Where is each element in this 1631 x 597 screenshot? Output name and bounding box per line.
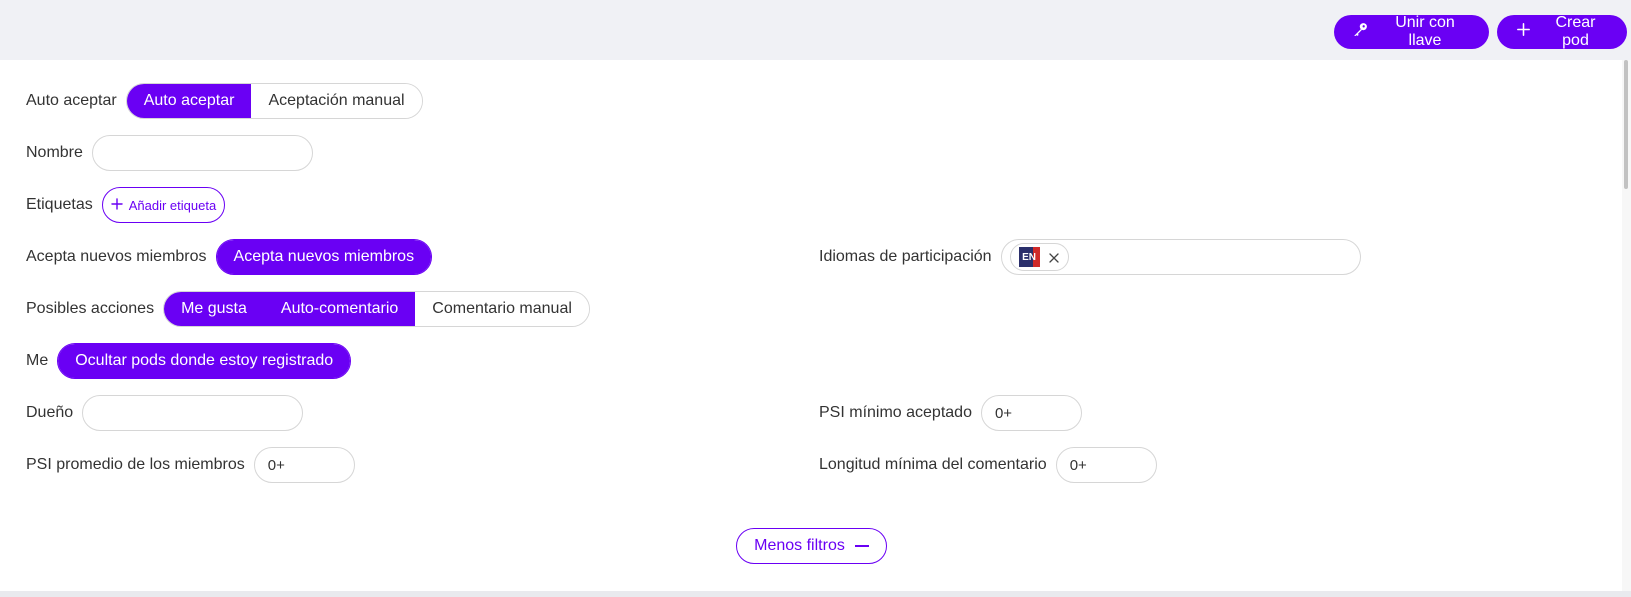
languages-row: Idiomas de participación EN xyxy=(819,239,1361,275)
auto-accept-option[interactable]: Auto aceptar xyxy=(126,84,252,118)
avg-psi-input[interactable]: 0+ xyxy=(253,447,355,483)
less-filters-button[interactable]: Menos filtros xyxy=(736,528,887,564)
avg-psi-label: PSI promedio de los miembros xyxy=(26,456,245,473)
name-row: Nombre xyxy=(26,135,313,171)
bottom-strip xyxy=(0,591,1631,597)
owner-input[interactable] xyxy=(82,395,304,431)
min-comment-length-label: Longitud mínima del comentario xyxy=(819,456,1047,473)
uk-flag-icon: EN xyxy=(1018,247,1040,267)
auto-comment-option[interactable]: Auto-comentario xyxy=(263,292,416,326)
like-option[interactable]: Me gusta xyxy=(164,292,264,326)
manual-accept-option[interactable]: Aceptación manual xyxy=(251,84,422,118)
min-psi-row: PSI mínimo aceptado 0+ xyxy=(819,395,1082,431)
avg-psi-row: PSI promedio de los miembros 0+ xyxy=(26,447,355,483)
less-filters-label: Menos filtros xyxy=(754,537,845,554)
new-members-row: Acepta nuevos miembros Acepta nuevos mie… xyxy=(26,239,433,275)
add-tag-label: Añadir etiqueta xyxy=(128,197,217,213)
language-chip-en: EN xyxy=(1009,243,1069,271)
top-bar: Unir con llave Crear pod xyxy=(0,0,1631,60)
name-input[interactable] xyxy=(91,135,313,171)
min-comment-length-row: Longitud mínima del comentario 0+ xyxy=(819,447,1157,483)
me-toggle: Ocultar pods donde estoy registrado xyxy=(57,343,352,379)
tags-row: Etiquetas Añadir etiqueta xyxy=(26,187,226,223)
new-members-toggle: Acepta nuevos miembros xyxy=(215,239,433,275)
owner-row: Dueño xyxy=(26,395,304,431)
plus-icon xyxy=(111,197,123,213)
hide-registered-pods-option[interactable]: Ocultar pods donde estoy registrado xyxy=(58,344,351,378)
actions-row: Posibles acciones Me gusta Auto-comentar… xyxy=(26,291,590,327)
new-members-label: Acepta nuevos miembros xyxy=(26,248,207,265)
vertical-scrollbar[interactable] xyxy=(1622,60,1631,591)
join-with-key-button[interactable]: Unir con llave xyxy=(1334,14,1489,49)
tags-label: Etiquetas xyxy=(26,196,93,213)
me-row: Me Ocultar pods donde estoy registrado xyxy=(26,343,352,379)
language-code: EN xyxy=(1022,251,1036,263)
actions-label: Posibles acciones xyxy=(26,300,155,317)
me-label: Me xyxy=(26,352,49,369)
auto-accept-row: Auto aceptar Auto aceptar Aceptación man… xyxy=(26,83,423,119)
join-with-key-label: Unir con llave xyxy=(1395,14,1455,49)
create-pod-button[interactable]: Crear pod xyxy=(1497,14,1627,49)
manual-comment-option[interactable]: Comentario manual xyxy=(415,292,589,326)
close-icon[interactable] xyxy=(1048,251,1060,263)
owner-label: Dueño xyxy=(26,404,74,421)
min-comment-length-input[interactable]: 0+ xyxy=(1055,447,1157,483)
minus-icon xyxy=(854,545,869,547)
scrollbar-thumb[interactable] xyxy=(1624,60,1628,189)
auto-accept-label: Auto aceptar xyxy=(26,92,117,109)
languages-select[interactable]: EN xyxy=(1000,239,1361,275)
min-psi-label: PSI mínimo aceptado xyxy=(819,404,972,421)
key-icon xyxy=(1352,21,1369,43)
name-label: Nombre xyxy=(26,144,83,161)
plus-icon xyxy=(1515,21,1532,43)
actions-toggle: Me gusta Auto-comentario Comentario manu… xyxy=(163,291,590,327)
min-psi-input[interactable]: 0+ xyxy=(980,395,1082,431)
create-pod-label: Crear pod xyxy=(1555,14,1596,49)
add-tag-button[interactable]: Añadir etiqueta xyxy=(101,187,226,223)
filters-panel: Auto aceptar Auto aceptar Aceptación man… xyxy=(0,60,1622,591)
languages-label: Idiomas de participación xyxy=(819,248,992,265)
new-members-option[interactable]: Acepta nuevos miembros xyxy=(216,240,432,274)
auto-accept-toggle: Auto aceptar Aceptación manual xyxy=(125,83,423,119)
